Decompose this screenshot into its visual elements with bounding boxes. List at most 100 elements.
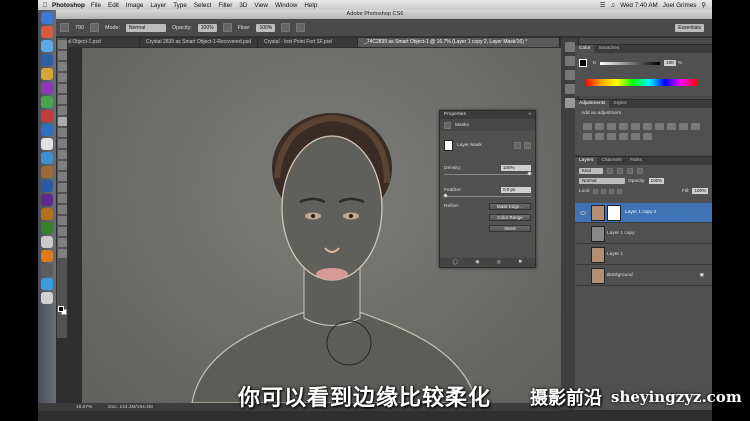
color-spectrum-bar[interactable] — [585, 79, 697, 86]
opacity-field[interactable]: 100% — [197, 23, 217, 32]
filter-adjustment-icon[interactable] — [617, 168, 623, 174]
pressure-size-icon[interactable] — [296, 23, 306, 32]
premiere-icon[interactable] — [41, 194, 53, 206]
lasso-tool-icon[interactable] — [58, 62, 67, 71]
visibility-eye-icon[interactable] — [580, 231, 586, 236]
app-icon[interactable] — [41, 166, 53, 178]
layer-mask-thumbnail[interactable] — [607, 204, 621, 221]
channel-mixer-icon[interactable] — [691, 123, 700, 130]
tab-color[interactable]: Color — [575, 45, 595, 53]
levels-icon[interactable] — [595, 123, 604, 130]
wifi-icon[interactable]: ☰ — [600, 2, 606, 9]
visibility-eye-icon[interactable] — [580, 273, 586, 278]
menu-layer[interactable]: Layer — [150, 2, 166, 9]
menu-type[interactable]: Type — [173, 2, 187, 9]
brush-size[interactable]: 790 — [75, 25, 84, 31]
blur-tool-icon[interactable] — [58, 172, 67, 181]
doc-size[interactable]: Doc: 144.2M/194.4M — [108, 405, 153, 410]
workspace-select[interactable]: Essentials — [675, 23, 704, 32]
bridge-icon[interactable] — [41, 208, 53, 220]
clone-stamp-tool-icon[interactable] — [58, 128, 67, 137]
app-icon[interactable] — [41, 68, 53, 80]
app-icon[interactable] — [41, 82, 53, 94]
density-slider[interactable] — [444, 171, 532, 176]
color-balance-icon[interactable] — [655, 123, 664, 130]
lock-transparent-icon[interactable] — [593, 188, 599, 194]
foreground-color-swatch[interactable] — [58, 306, 64, 312]
brightness-contrast-icon[interactable] — [583, 123, 592, 130]
gradient-tool-icon[interactable] — [58, 161, 67, 170]
menubar-user[interactable]: Joel Grimes — [663, 2, 697, 9]
fill-field[interactable]: 100% — [692, 188, 708, 194]
volume-icon[interactable]: ♫ — [610, 2, 615, 9]
app-icon[interactable] — [41, 110, 53, 122]
tab-layers[interactable]: Layers — [575, 157, 598, 165]
visibility-eye-icon[interactable] — [580, 252, 586, 257]
exposure-icon[interactable] — [619, 123, 628, 130]
layer-opacity-field[interactable]: 100% — [648, 178, 665, 184]
k-field[interactable]: 100 — [664, 60, 676, 66]
k-slider[interactable] — [600, 61, 661, 65]
history-panel-icon[interactable] — [565, 42, 575, 52]
firefox-icon[interactable] — [41, 250, 53, 262]
trash-icon[interactable] — [41, 292, 53, 304]
tab-styles[interactable]: Styles — [609, 100, 630, 108]
panel-menu-icon[interactable]: » — [528, 111, 531, 119]
density-field[interactable]: 100% — [501, 165, 531, 171]
app-icon[interactable] — [41, 236, 53, 248]
mask-edge-button[interactable]: Mask Edge... — [489, 203, 531, 210]
filter-shape-icon[interactable] — [637, 168, 643, 174]
app-icon[interactable] — [41, 26, 53, 38]
menu-help[interactable]: Help — [304, 2, 317, 9]
black-white-icon[interactable] — [667, 123, 676, 130]
blend-mode-select[interactable]: Normal — [579, 178, 625, 184]
doc-tab[interactable]: ial Object-1.psd — [60, 38, 140, 47]
marquee-tool-icon[interactable] — [58, 51, 67, 60]
path-select-tool-icon[interactable] — [58, 216, 67, 225]
mode-select[interactable]: Normal — [125, 23, 166, 32]
shape-tool-icon[interactable] — [58, 227, 67, 236]
layer-name[interactable]: Layer 1 copy 2 — [625, 210, 656, 215]
feather-slider-knob[interactable] — [443, 193, 448, 198]
menu-3d[interactable]: 3D — [239, 2, 247, 9]
kind-filter-select[interactable]: Kind — [579, 168, 603, 174]
skype-icon[interactable] — [41, 278, 53, 290]
app-icon[interactable] — [41, 40, 53, 52]
tab-paths[interactable]: Paths — [626, 157, 646, 165]
brush-panel-icon[interactable] — [90, 23, 99, 32]
flow-field[interactable]: 100% — [256, 23, 276, 32]
invert-button[interactable]: Invert — [489, 225, 531, 232]
visibility-eye-icon[interactable] — [580, 210, 586, 215]
menu-app-name[interactable]: Photoshop — [52, 2, 85, 9]
menu-view[interactable]: View — [254, 2, 268, 9]
pen-tool-icon[interactable] — [58, 194, 67, 203]
density-slider-knob[interactable] — [527, 171, 532, 176]
healing-tool-icon[interactable] — [58, 106, 67, 115]
doc-tab[interactable]: Crystal - Inst Point Fort SF.psd — [258, 38, 358, 47]
feather-field[interactable]: 0.0 px — [501, 187, 531, 193]
curves-icon[interactable] — [607, 123, 616, 130]
layer-row[interactable]: Layer 1 copy — [575, 224, 712, 244]
menu-edit[interactable]: Edit — [108, 2, 119, 9]
visibility-icon[interactable]: ◎ — [497, 260, 501, 265]
spotlight-icon[interactable]: ⚲ — [701, 2, 706, 9]
finder-icon[interactable] — [41, 12, 53, 24]
brush-panel-icon[interactable] — [565, 70, 575, 80]
apply-mask-icon[interactable]: ◉ — [475, 260, 479, 265]
color-lookup-icon[interactable] — [583, 133, 592, 140]
menubar-clock[interactable]: Wed 7:40 AM — [620, 2, 658, 9]
layer-row-selected[interactable]: Layer 1 copy 2 — [575, 203, 712, 223]
menu-file[interactable]: File — [91, 2, 101, 9]
foreground-background-swatches[interactable] — [58, 306, 67, 315]
brush-tool-icon[interactable] — [58, 117, 67, 126]
actions-panel-icon[interactable] — [565, 56, 575, 66]
zoom-tool-icon[interactable] — [58, 249, 67, 258]
doc-tab[interactable]: Crystal 2839 as Smart Object-1-Recovered… — [140, 38, 258, 47]
app-icon[interactable] — [41, 124, 53, 136]
airbrush-icon[interactable] — [281, 23, 291, 32]
eyedropper-tool-icon[interactable] — [58, 95, 67, 104]
vector-mask-icon[interactable] — [524, 141, 531, 149]
layer-name[interactable]: Layer 1 copy — [607, 231, 634, 236]
photo-filter-icon[interactable] — [679, 123, 688, 130]
properties-panel-icon[interactable] — [565, 98, 575, 108]
